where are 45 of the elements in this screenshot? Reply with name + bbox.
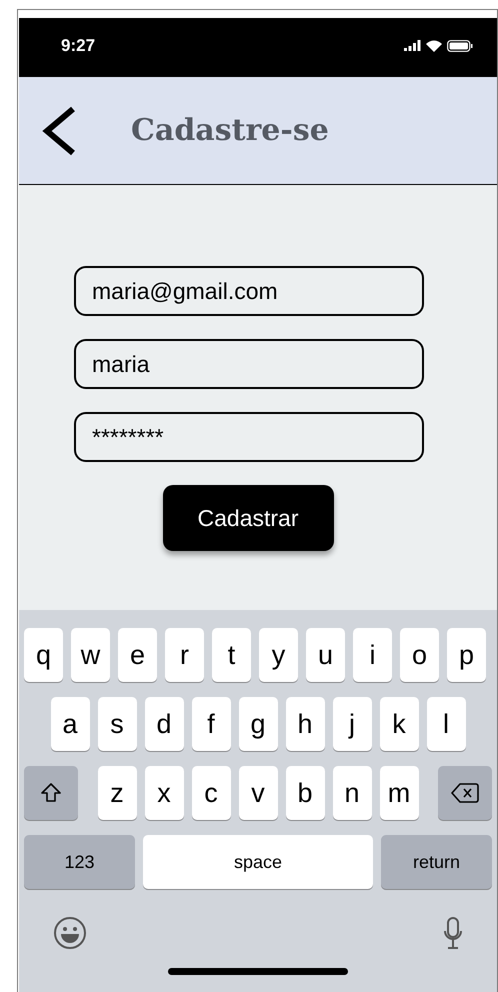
key[interactable]: p bbox=[447, 628, 486, 682]
status-time: 9:27 bbox=[61, 34, 96, 57]
key[interactable]: z bbox=[98, 766, 136, 820]
register-button[interactable]: Cadastrar bbox=[162, 485, 334, 551]
emoji-icon bbox=[53, 916, 87, 950]
key[interactable]: i bbox=[353, 628, 392, 682]
shift-key[interactable] bbox=[24, 766, 78, 820]
delete-key[interactable] bbox=[438, 766, 492, 820]
key[interactable]: f bbox=[192, 697, 230, 751]
back-icon bbox=[41, 106, 77, 156]
key[interactable]: c bbox=[192, 766, 230, 820]
key[interactable]: m bbox=[380, 766, 418, 820]
wifi-icon bbox=[426, 40, 442, 52]
key[interactable]: j bbox=[332, 697, 372, 751]
return-key[interactable]: return bbox=[381, 835, 492, 889]
space-key[interactable]: space bbox=[143, 835, 373, 889]
microphone-icon bbox=[443, 916, 463, 950]
numbers-key[interactable]: 123 bbox=[24, 835, 135, 889]
key[interactable]: w bbox=[71, 628, 110, 682]
key[interactable]: h bbox=[286, 697, 324, 751]
key[interactable]: y bbox=[259, 628, 298, 682]
battery-icon bbox=[447, 40, 473, 52]
input-field[interactable]: maria@gmail.com bbox=[74, 266, 424, 316]
key[interactable]: n bbox=[332, 766, 372, 820]
key[interactable]: o bbox=[400, 628, 439, 682]
signal-icon bbox=[404, 40, 421, 51]
key[interactable]: t bbox=[212, 628, 251, 682]
key[interactable]: q bbox=[24, 628, 63, 682]
input-field[interactable]: maria bbox=[74, 339, 424, 389]
backspace-icon bbox=[451, 782, 479, 804]
shift-icon bbox=[40, 783, 62, 803]
key[interactable]: s bbox=[98, 697, 136, 751]
key[interactable]: a bbox=[50, 697, 90, 751]
key[interactable]: k bbox=[380, 697, 418, 751]
input-field[interactable]: ******** bbox=[74, 412, 424, 462]
key[interactable]: g bbox=[238, 697, 278, 751]
key[interactable]: u bbox=[306, 628, 345, 682]
key[interactable]: d bbox=[144, 697, 184, 751]
key[interactable]: v bbox=[238, 766, 278, 820]
key[interactable]: x bbox=[144, 766, 184, 820]
key[interactable]: l bbox=[426, 697, 466, 751]
key[interactable]: e bbox=[118, 628, 157, 682]
key[interactable]: b bbox=[286, 766, 324, 820]
key[interactable]: r bbox=[165, 628, 204, 682]
page-title: Cadastre-se bbox=[131, 112, 329, 150]
